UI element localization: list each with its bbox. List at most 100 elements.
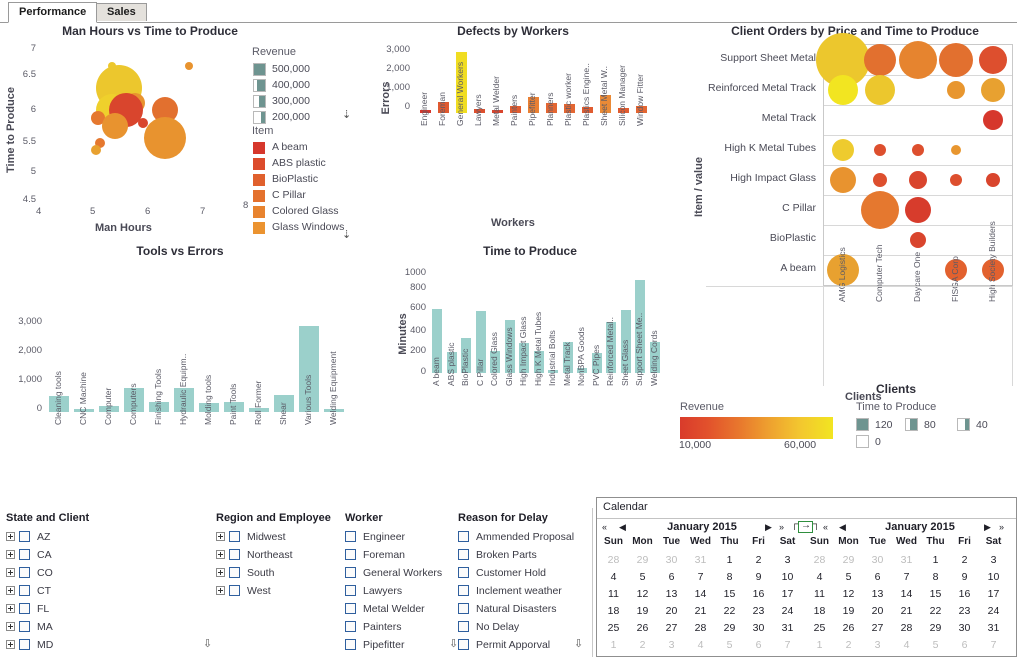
filter-expand-icon[interactable] [216,586,225,595]
calendar-day-cell[interactable]: 19 [834,605,863,617]
calendar-day-cell[interactable]: 30 [950,622,979,634]
calendar-day-cell[interactable]: 23 [744,605,773,617]
calendar-day-cell[interactable]: 21 [892,605,921,617]
calendar-day-cell[interactable]: 26 [834,622,863,634]
filter-scroll-down-icon[interactable]: ⇩ [203,637,212,650]
calendar-grid-right[interactable]: Sun Mon Tue Wed Thu Fri Sat 28 29 30 31 1 2 3 4 5 6 7 8 9 10… [805,536,1008,654]
cal-left-first-icon[interactable]: « [602,522,607,532]
calendar-day-cell[interactable]: 1 [805,639,834,651]
filter-checkbox[interactable] [19,531,30,542]
filter-checkbox[interactable] [345,567,356,578]
filter-checkbox[interactable] [19,639,30,650]
matrix-bubble[interactable] [829,167,856,193]
calendar-day-cell[interactable]: 12 [628,588,657,600]
calendar-day-cell[interactable]: 2 [834,639,863,651]
calendar-day-cell[interactable]: 5 [628,571,657,583]
calendar-day-cell[interactable]: 18 [805,605,834,617]
matrix-bubble[interactable] [865,75,896,105]
filter-columns[interactable]: State and Client AZ CA CO CT FL MA MD Region and… [0,500,596,657]
calendar-sync-button[interactable] [798,520,813,533]
calendar-day-cell[interactable]: 6 [863,571,892,583]
filter-checkbox[interactable] [19,567,30,578]
calendar-day-cell[interactable]: 7 [773,639,802,651]
cal-right-first-icon[interactable]: « [823,522,828,532]
filter-expand-icon[interactable] [6,622,15,631]
filter-checkbox[interactable] [345,531,356,542]
matrix-bubble[interactable] [986,173,1001,187]
calendar-day-cell[interactable]: 31 [892,554,921,566]
cal-right-next-icon[interactable]: ▶ [984,522,991,533]
matrix-bubble[interactable] [981,78,1006,102]
calendar-day-cell[interactable]: 13 [863,588,892,600]
calendar-day-cell[interactable]: 9 [744,571,773,583]
calendar-day-cell[interactable]: 28 [599,554,628,566]
calendar-day-cell[interactable]: 6 [950,639,979,651]
cal-right-prev-icon[interactable]: ◀ [839,522,846,533]
calendar-day-cell[interactable]: 8 [715,571,744,583]
calendar-day-cell[interactable]: 2 [950,554,979,566]
calendar-day-cell[interactable]: 9 [950,571,979,583]
calendar-day-cell[interactable]: 2 [628,639,657,651]
tab-sales[interactable]: Sales [96,3,147,21]
filter-expand-icon[interactable] [216,568,225,577]
calendar-day-cell[interactable]: 29 [628,554,657,566]
calendar-day-cell[interactable]: 22 [921,605,950,617]
filter-checkbox[interactable] [19,621,30,632]
cal-left-prev-icon[interactable]: ◀ [619,522,626,533]
calendar-day-cell[interactable]: 14 [892,588,921,600]
matrix-bubble[interactable] [949,174,962,186]
calendar-day-cell[interactable]: 7 [686,571,715,583]
filter-checkbox[interactable] [229,549,240,560]
calendar-day-cell[interactable]: 4 [805,571,834,583]
scatter-bubble[interactable] [144,117,187,159]
filter-checkbox[interactable] [458,585,469,596]
matrix-bubble[interactable] [864,44,897,76]
matrix-bubble[interactable] [831,139,854,161]
calendar-day-cell[interactable]: 3 [979,554,1008,566]
matrix-bubble[interactable] [979,46,1008,74]
calendar-day-cell[interactable]: 13 [657,588,686,600]
scroll-down-icon[interactable]: ⇣ [342,108,351,121]
matrix-grid[interactable] [815,33,1013,286]
matrix-bubble[interactable] [912,144,924,156]
calendar-day-cell[interactable]: 21 [686,605,715,617]
calendar-day-cell[interactable]: 8 [921,571,950,583]
calendar-day-cell[interactable]: 20 [657,605,686,617]
matrix-bubble[interactable] [909,171,927,189]
calendar-day-cell[interactable]: 26 [628,622,657,634]
filter-expand-icon[interactable] [216,550,225,559]
matrix-bubble[interactable] [827,75,858,105]
filter-expand-icon[interactable] [216,532,225,541]
calendar-day-cell[interactable]: 27 [657,622,686,634]
filter-checkbox[interactable] [345,621,356,632]
cal-right-last-icon[interactable]: » [999,522,1004,532]
filter-expand-icon[interactable] [6,550,15,559]
filter-expand-icon[interactable] [6,586,15,595]
calendar-day-cell[interactable]: 1 [715,554,744,566]
calendar-day-cell[interactable]: 2 [744,554,773,566]
calendar-day-cell[interactable]: 10 [979,571,1008,583]
calendar-day-cell[interactable]: 5 [834,571,863,583]
filter-scroll-down-icon[interactable]: ⇩ [449,637,458,650]
calendar-day-cell[interactable]: 6 [657,571,686,583]
calendar-day-cell[interactable]: 11 [599,588,628,600]
calendar-day-cell[interactable]: 29 [715,622,744,634]
calendar-day-cell[interactable]: 28 [686,622,715,634]
calendar-day-cell[interactable]: 15 [715,588,744,600]
filter-checkbox[interactable] [229,567,240,578]
scatter-plot-area[interactable] [30,42,245,202]
filter-checkbox[interactable] [345,549,356,560]
calendar-grid-left[interactable]: Sun Mon Tue Wed Thu Fri Sat 28 29 30 31 1 2 3 4 5 6 7 8 9 10… [599,536,802,654]
calendar-day-cell[interactable]: 17 [979,588,1008,600]
matrix-bubble[interactable] [950,145,961,155]
calendar-day-cell[interactable]: 3 [863,639,892,651]
matrix-bubble[interactable] [983,110,1004,130]
filter-expand-icon[interactable] [6,604,15,613]
calendar-day-cell[interactable]: 31 [773,622,802,634]
calendar-day-cell[interactable]: 7 [892,571,921,583]
calendar-day-cell[interactable]: 30 [657,554,686,566]
filter-checkbox[interactable] [458,531,469,542]
calendar-day-cell[interactable]: 1 [921,554,950,566]
calendar-day-cell[interactable]: 14 [686,588,715,600]
filter-checkbox[interactable] [458,639,469,650]
